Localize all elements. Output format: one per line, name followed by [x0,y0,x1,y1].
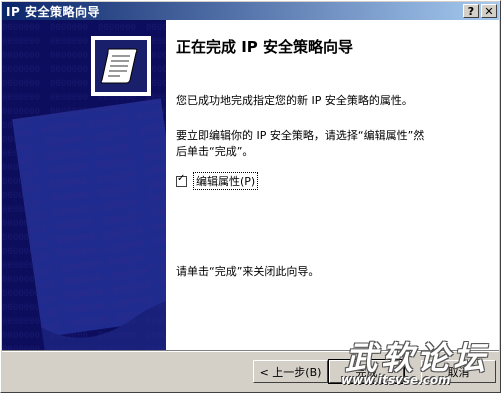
closing-text: 请单击“完成”来关闭此向导。 [176,265,320,278]
separator [2,350,499,352]
window-title: IP 安全策略向导 [6,4,100,19]
instruction-text-line1: 要立即编辑你的 IP 安全策略，请选择“编辑属性”然 [176,129,425,142]
wizard-banner: 0000000 [2,20,166,350]
cancel-button[interactable]: 取消 [421,360,496,383]
checkbox-box[interactable]: ✓ [176,172,187,187]
banner-graphic: 0000000 [2,20,166,350]
help-icon: ? [467,4,475,18]
document-scroll-icon [91,36,151,96]
close-button[interactable]: ✕ [481,4,497,18]
help-button[interactable]: ? [463,4,479,18]
instruction-text-line2: 后单击“完成”。 [176,145,254,158]
close-icon: ✕ [484,4,494,18]
wizard-window: IP 安全策略向导 ? ✕ 0000000 [0,0,501,393]
checkbox-label[interactable]: 编辑属性(P) [193,172,259,190]
back-button[interactable]: < 上一步(B) [253,360,328,383]
edit-properties-checkbox[interactable]: ✓ 编辑属性(P) [176,172,259,190]
page-title: 正在完成 IP 安全策略向导 [176,38,354,56]
title-bar: IP 安全策略向导 ? ✕ [2,2,499,20]
success-text: 您已成功地完成指定您的新 IP 安全策略的属性。 [176,94,413,107]
finish-button[interactable]: 完成 [328,359,405,384]
check-icon: ✓ [177,172,186,184]
